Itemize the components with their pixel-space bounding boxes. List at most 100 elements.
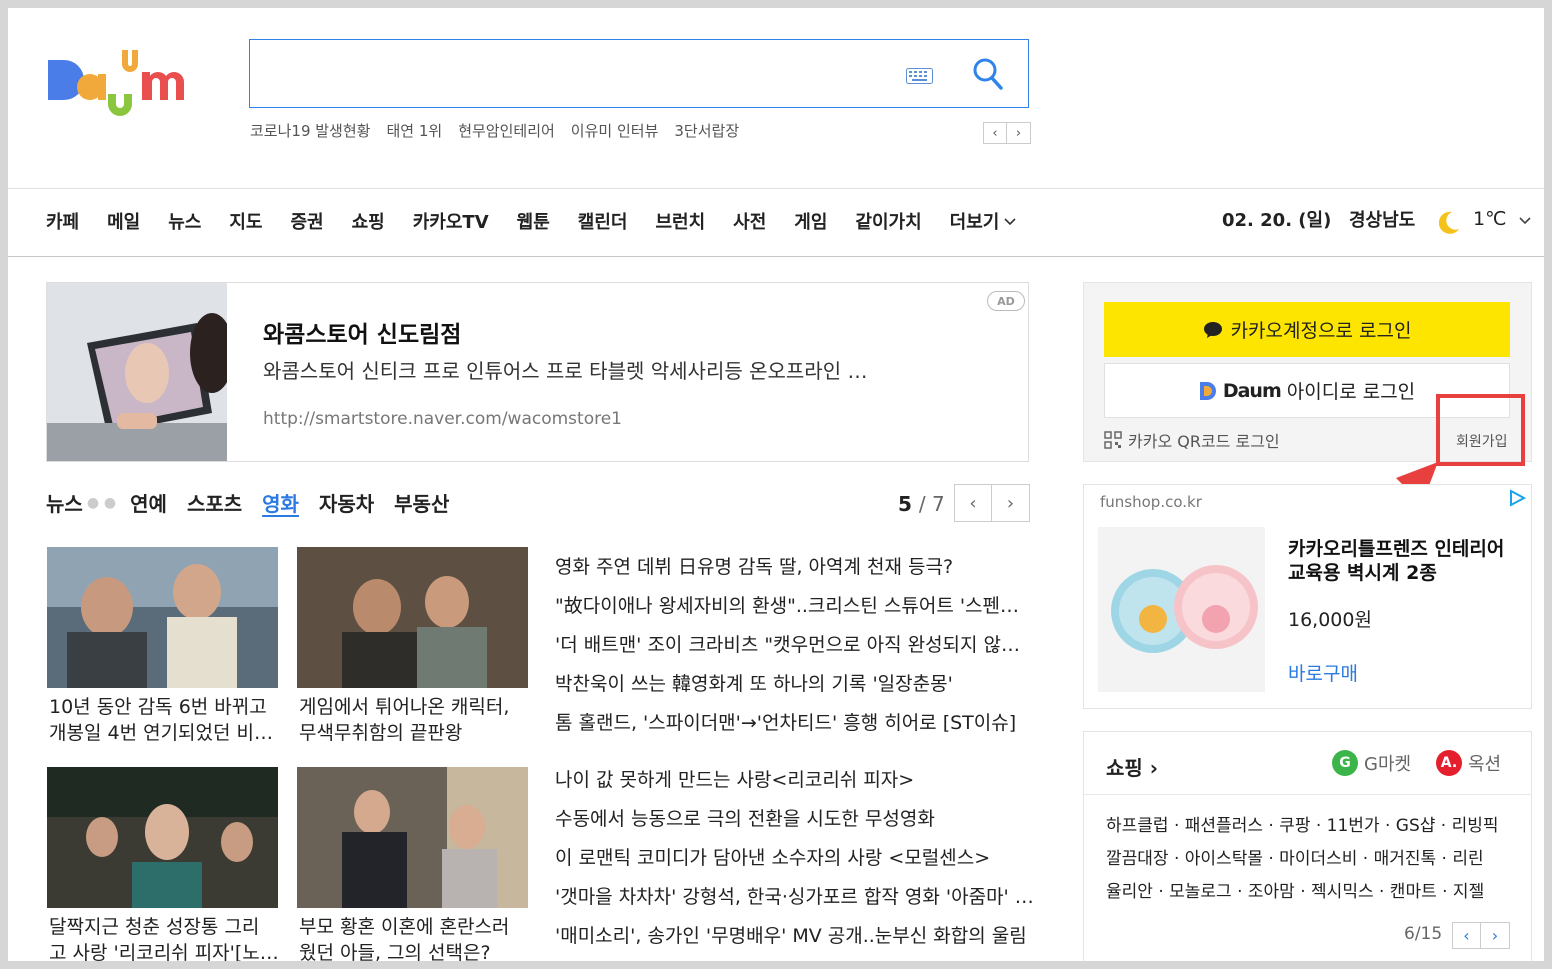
ad-badge: AD	[987, 291, 1025, 311]
daum-logo[interactable]	[46, 46, 224, 118]
news-thumbnail[interactable]	[47, 547, 278, 688]
nav-more-button[interactable]: 더보기	[950, 208, 1018, 234]
shopping-header: 쇼핑 › G G마켓 A. 옥션	[1084, 732, 1531, 795]
headline-list: 나이 값 못하게 만드는 사랑<리코리쉬 피자> 수동에서 능동으로 극의 전환…	[555, 761, 1035, 956]
shopping-page: 6/15	[1404, 924, 1443, 944]
tab-sports[interactable]: 스포츠	[187, 488, 242, 517]
caption-line: 10년 동안 감독 6번 바뀌고	[49, 696, 267, 718]
news-pager: 5 / 7	[898, 492, 945, 516]
nav-item-kakaotv[interactable]: 카카오TV	[413, 208, 489, 234]
news-prev-button[interactable]: ‹	[954, 484, 992, 522]
kakao-login-label: 카카오계정으로 로그인	[1230, 320, 1412, 342]
caption-line: 게임에서 튀어나온 캐릭터,	[299, 696, 510, 718]
divider	[8, 256, 1544, 257]
caption-line: 부모 황혼 이혼에 혼란스러	[299, 916, 510, 938]
shopping-link-row[interactable]: 하프클럽 · 패션플러스 · 쿠팡 · 11번가 · GS샵 · 리빙픽	[1106, 810, 1521, 843]
shopping-prev-button[interactable]: ‹	[1452, 922, 1481, 949]
product-title[interactable]: 카카오리틀프렌즈 인테리어 교육용 벽시계 2종	[1288, 537, 1518, 585]
keyboard-icon[interactable]	[906, 68, 933, 84]
trending-keyword[interactable]: 코로나19 발생현황	[250, 120, 370, 144]
trending-next-button[interactable]: ›	[1007, 122, 1031, 144]
shopping-title[interactable]: 쇼핑 ›	[1106, 752, 1158, 781]
tab-car[interactable]: 자동차	[319, 488, 374, 517]
nav-item-shopping[interactable]: 쇼핑	[352, 208, 385, 234]
caption-line: 무색무취함의 끝판왕	[299, 722, 463, 744]
search-icon[interactable]	[972, 57, 1004, 91]
ad-source[interactable]: funshop.co.kr	[1100, 493, 1202, 511]
news-thumbnail[interactable]	[47, 767, 278, 908]
search-input[interactable]	[260, 50, 880, 96]
nav-item-cafe[interactable]: 카페	[46, 208, 79, 234]
news-thumbnail[interactable]	[297, 767, 528, 908]
shopping-link-row[interactable]: 율리안 · 모놀로그 · 조아맘 · 젝시믹스 · 캔마트 · 지젤	[1106, 876, 1521, 909]
chevron-down-icon	[1004, 218, 1016, 226]
caption-line: 개봉일 4번 연기되었던 비…	[49, 722, 274, 744]
headline-item[interactable]: 이 로맨틱 코미디가 담아낸 소수자의 사랑 <모럴센스>	[555, 839, 1035, 878]
auction-link[interactable]: A. 옥션	[1436, 750, 1501, 776]
kakao-login-button[interactable]: 카카오계정으로 로그인	[1104, 302, 1510, 357]
headline-item[interactable]: 수동에서 능동으로 극의 전환을 시도한 무성영화	[555, 800, 1035, 839]
headline-item[interactable]: '더 배트맨' 조이 크라비츠 "캣우먼으로 아직 완성되지 않…	[555, 626, 1035, 665]
headline-item[interactable]: 영화 주연 데뷔 日유명 감독 딸, 아역계 천재 등극?	[555, 548, 1035, 587]
daum-login-label: 아이디로 로그인	[1286, 381, 1416, 403]
separator-dots: ● ●	[86, 494, 117, 511]
nav-item-calendar[interactable]: 캘린더	[578, 208, 628, 234]
ad-title[interactable]: 와콤스토어 신도림점	[263, 315, 461, 349]
chat-bubble-icon	[1203, 321, 1222, 338]
headline-list: 영화 주연 데뷔 日유명 감독 딸, 아역계 천재 등극? "故다이애나 왕세자…	[555, 548, 1035, 743]
shopping-next-button[interactable]: ›	[1481, 922, 1510, 949]
nav-item-webtoon[interactable]: 웹툰	[517, 208, 550, 234]
date-label: 02. 20. (일)	[1222, 210, 1332, 231]
tab-news[interactable]: 뉴스	[46, 488, 83, 517]
daum-d-icon	[1199, 381, 1216, 400]
search-box[interactable]	[249, 39, 1029, 108]
nav-item-game[interactable]: 게임	[794, 208, 827, 234]
headline-item[interactable]: '매미소리', 송가인 '무명배우' MV 공개..눈부신 화합의 울림	[555, 917, 1035, 956]
trending-keyword[interactable]: 이유미 인터뷰	[571, 120, 659, 144]
headline-item[interactable]: 나이 값 못하게 만드는 사랑<리코리쉬 피자>	[555, 761, 1035, 800]
tab-realestate[interactable]: 부동산	[394, 488, 449, 517]
auction-icon: A.	[1436, 750, 1462, 776]
news-pager-nav: ‹ ›	[954, 484, 1030, 522]
news-card-caption[interactable]: 달짝지근 청춘 성장통 그리 고 사랑 '리코리쉬 피자'[노…	[49, 914, 280, 961]
trending-keyword[interactable]: 태연 1위	[386, 120, 442, 144]
nav-item-news[interactable]: 뉴스	[168, 208, 201, 234]
chevron-down-icon[interactable]	[1517, 212, 1533, 228]
news-thumbnail[interactable]	[297, 547, 528, 688]
headline-item[interactable]: 톰 홀랜드, '스파이더맨'→'언차티드' 흥행 히어로 [ST이슈]	[555, 704, 1035, 743]
trending-nav: ‹ ›	[983, 122, 1031, 144]
nav-item-stock[interactable]: 증권	[291, 208, 324, 234]
nav-item-mail[interactable]: 메일	[107, 208, 140, 234]
news-next-button[interactable]: ›	[992, 484, 1030, 522]
trending-keyword[interactable]: 현무암인테리어	[458, 120, 555, 144]
product-ad[interactable]: funshop.co.kr 카카오리틀프렌즈 인테리어 교육용 벽시계 2종 1…	[1083, 484, 1532, 709]
shopping-pager-nav: ‹ ›	[1452, 922, 1510, 949]
trending-prev-button[interactable]: ‹	[983, 122, 1007, 144]
gmarket-link[interactable]: G G마켓	[1332, 750, 1411, 776]
ad-banner[interactable]: 와콤스토어 신도림점 와콤스토어 신티크 프로 인튜어스 프로 타블렛 악세사리…	[46, 282, 1029, 462]
product-image[interactable]	[1098, 527, 1265, 692]
ad-url[interactable]: http://smartstore.naver.com/wacomstore1	[263, 409, 622, 429]
nav-item-dictionary[interactable]: 사전	[733, 208, 766, 234]
ad-image[interactable]	[47, 283, 234, 461]
news-card-caption[interactable]: 부모 황혼 이혼에 혼란스러 웠던 아들, 그의 선택은?	[299, 914, 530, 961]
tab-entertainment[interactable]: 연예	[130, 488, 167, 517]
trending-keyword[interactable]: 3단서랍장	[674, 120, 739, 144]
nav-item-brunch[interactable]: 브런치	[655, 208, 705, 234]
tab-movie[interactable]: 영화	[262, 488, 299, 517]
caption-line: 달짝지근 청춘 성장통 그리	[49, 916, 260, 938]
region-label[interactable]: 경상남도	[1349, 206, 1415, 232]
buy-now-link[interactable]: 바로구매	[1288, 659, 1358, 686]
headline-item[interactable]: '갯마을 차차차' 강형석, 한국·싱가포르 합작 영화 '아줌마' …	[555, 878, 1035, 917]
product-price: 16,000원	[1288, 609, 1372, 631]
shopping-link-row[interactable]: 깔끔대장 · 아이스탁몰 · 마이더스비 · 매거진톡 · 리린	[1106, 843, 1521, 876]
qr-login-link[interactable]: 카카오 QR코드 로그인	[1104, 428, 1280, 452]
gmarket-label: G마켓	[1364, 754, 1412, 775]
ad-choices-icon[interactable]	[1508, 489, 1526, 507]
headline-item[interactable]: 박찬욱이 쓰는 韓영화계 또 하나의 기록 '일장춘몽'	[555, 665, 1035, 704]
nav-item-map[interactable]: 지도	[229, 208, 262, 234]
headline-item[interactable]: "故다이애나 왕세자비의 환생"..크리스틴 스튜어트 '스펜서'…	[555, 587, 1035, 626]
nav-item-together[interactable]: 같이가치	[855, 208, 921, 234]
news-card-caption[interactable]: 게임에서 튀어나온 캐릭터, 무색무취함의 끝판왕	[299, 694, 530, 746]
news-card-caption[interactable]: 10년 동안 감독 6번 바뀌고 개봉일 4번 연기되었던 비…	[49, 694, 280, 746]
